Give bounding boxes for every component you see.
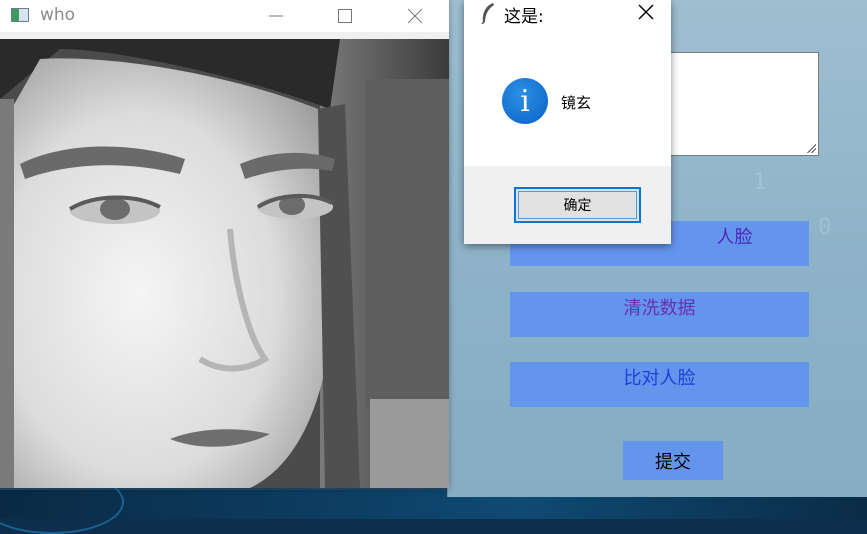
ok-button-label: 确定: [563, 198, 592, 214]
compare-face-button[interactable]: 比对人脸: [510, 362, 809, 407]
face-image: [0, 39, 449, 488]
info-icon-glyph: i: [520, 83, 530, 119]
face-window-title: who: [40, 5, 76, 25]
dialog-footer: 确定: [464, 166, 671, 244]
message-dialog: 这是: i 镜玄 确定: [464, 0, 671, 244]
face-photo: [0, 39, 449, 488]
result-textarea[interactable]: [667, 52, 819, 156]
face-window: who: [0, 0, 449, 488]
info-icon: i: [502, 78, 548, 124]
feather-icon: [480, 2, 496, 25]
decor-digit: 1: [753, 170, 767, 195]
dialog-titlebar[interactable]: 这是:: [464, 0, 671, 27]
app-window-icon: [11, 8, 29, 22]
dialog-message: 镜玄: [561, 94, 592, 112]
ok-button[interactable]: 确定: [514, 187, 641, 223]
collect-face-button-label: 人脸: [716, 227, 753, 248]
maximize-icon[interactable]: [322, 0, 368, 32]
dialog-close-icon[interactable]: [634, 0, 658, 24]
clean-data-button[interactable]: 清洗数据: [510, 292, 809, 337]
close-icon[interactable]: [392, 0, 438, 32]
resize-grip-icon[interactable]: [806, 143, 816, 153]
submit-button[interactable]: 提交: [623, 441, 723, 480]
dialog-title: 这是:: [504, 7, 544, 27]
decor-digit: 0: [818, 215, 832, 240]
clean-data-button-label: 清洗数据: [623, 298, 696, 319]
minimize-icon[interactable]: [253, 0, 299, 32]
face-window-titlebar[interactable]: who: [0, 0, 449, 32]
submit-button-label: 提交: [655, 451, 691, 473]
compare-face-button-label: 比对人脸: [623, 368, 696, 389]
